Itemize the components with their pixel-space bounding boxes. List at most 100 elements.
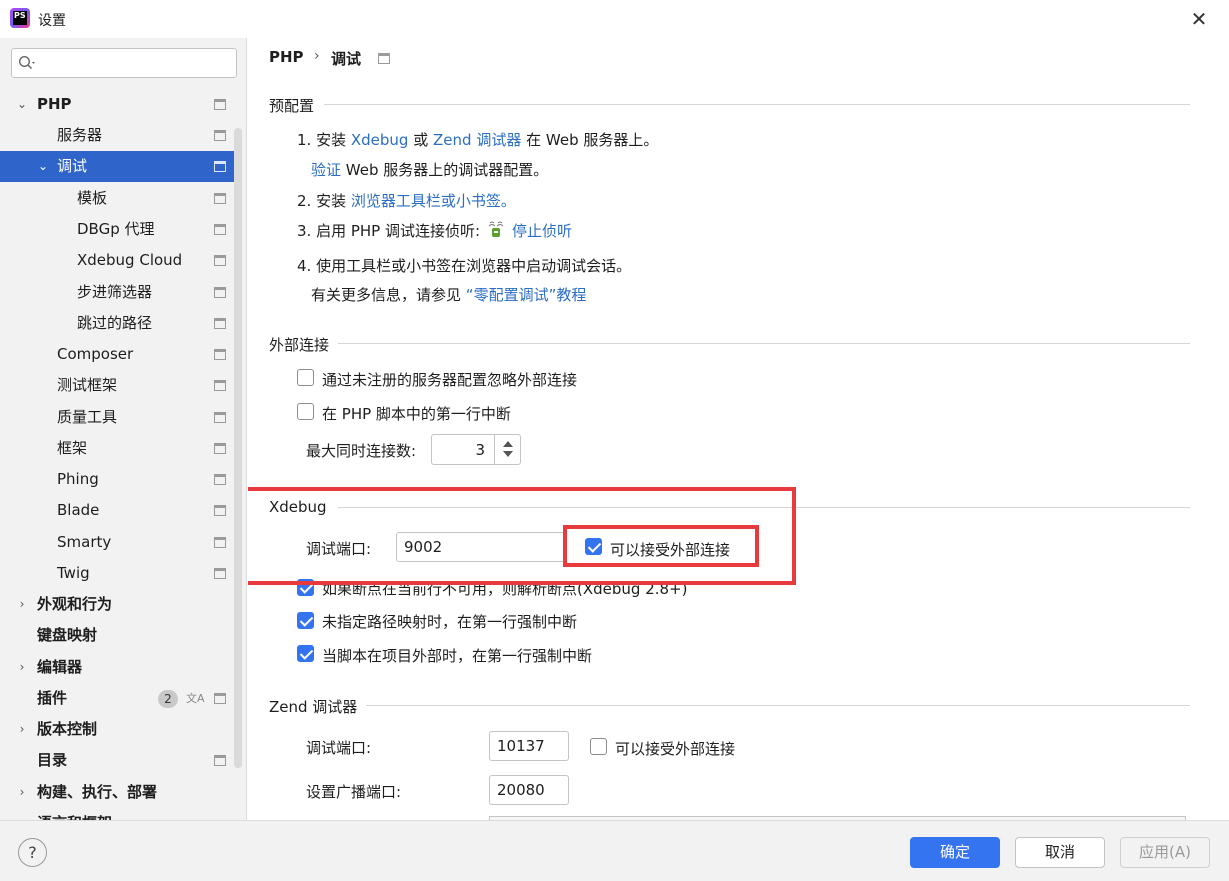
project-settings-icon: [214, 193, 226, 204]
sidebar-item[interactable]: › 构建、执行、部署: [0, 777, 234, 808]
step3: 3. 启用 PHP 调试连接侦听:: [297, 220, 480, 241]
chevron-down-icon[interactable]: ⌄: [16, 89, 28, 120]
no-path-mapping-label: 未指定路径映射时，在第一行强制中断: [322, 613, 578, 631]
sidebar-item[interactable]: 键盘映射: [0, 620, 234, 651]
sidebar-item-label: 外观和行为: [37, 595, 113, 613]
stepper-buttons[interactable]: [494, 435, 520, 464]
project-settings-icon: [214, 99, 226, 110]
sidebar-item-label: 质量工具: [57, 408, 118, 426]
project-settings-icon: [214, 474, 226, 485]
chevron-right-icon[interactable]: ›: [16, 714, 28, 745]
sidebar-item[interactable]: ⌄ PHP: [0, 89, 234, 120]
search-icon: [18, 55, 35, 70]
highlight-box-checkbox: [563, 525, 759, 567]
chevron-down-icon[interactable]: ⌄: [37, 151, 49, 182]
ignore-external-checkbox[interactable]: [297, 369, 314, 386]
stop-listening-link[interactable]: 停止侦听: [512, 220, 572, 241]
sidebar-item-label: 框架: [57, 439, 88, 457]
dialog-footer: ? 确定 取消 应用(A): [0, 820, 1229, 881]
sidebar-item-label: Twig: [57, 564, 90, 582]
sidebar-item[interactable]: ⌄ 调试: [0, 151, 234, 182]
window-title: 设置: [38, 13, 66, 29]
project-settings-icon: [214, 318, 226, 329]
sidebar-item[interactable]: 框架: [0, 433, 234, 464]
verify-suffix: Web 服务器上的调试器配置。: [345, 161, 549, 179]
sidebar-item[interactable]: 质量工具: [0, 402, 234, 433]
no-path-mapping-checkbox[interactable]: [297, 612, 314, 629]
sidebar-item-label: DBGp 代理: [77, 220, 155, 238]
broadcast-port-label: 设置广播端口:: [306, 783, 402, 801]
chevron-right-icon[interactable]: ›: [16, 808, 28, 820]
zend-port-field[interactable]: 10137: [489, 731, 569, 761]
breadcrumb-current: 调试: [331, 50, 362, 68]
sidebar-item[interactable]: Smarty: [0, 527, 234, 558]
chevron-down-icon[interactable]: [503, 451, 513, 457]
sidebar-item[interactable]: › 编辑器: [0, 652, 234, 683]
sidebar-scrollbar[interactable]: [234, 128, 242, 768]
xdebug-link[interactable]: Xdebug: [351, 131, 409, 149]
sidebar-item[interactable]: DBGp 代理: [0, 214, 234, 245]
step1-or: 或: [413, 131, 429, 149]
project-settings-icon: [214, 755, 226, 766]
zend-port-label: 调试端口:: [306, 739, 372, 757]
cancel-button[interactable]: 取消: [1015, 837, 1105, 868]
sidebar-item[interactable]: Blade: [0, 495, 234, 526]
sidebar-item[interactable]: › 外观和行为: [0, 589, 234, 620]
step4: 4. 使用工具栏或小书签在浏览器中启动调试会话。: [297, 257, 632, 275]
chevron-up-icon[interactable]: [503, 441, 513, 447]
sidebar-item[interactable]: 插件 2 文A: [0, 683, 234, 714]
search-input[interactable]: [11, 48, 237, 78]
sidebar-item[interactable]: 目录: [0, 745, 234, 776]
project-settings-icon: [214, 349, 226, 360]
sidebar-item-label: 跳过的路径: [77, 314, 153, 332]
outside-project-label: 当脚本在项目外部时，在第一行强制中断: [322, 647, 593, 665]
sidebar-item[interactable]: 步进筛选器: [0, 277, 234, 308]
debug-listen-icon[interactable]: [488, 220, 504, 238]
browser-toolbar-link[interactable]: 浏览器工具栏或小书签。: [351, 192, 516, 210]
sidebar-item-label: 模板: [77, 189, 108, 207]
title-bar: PS 设置 ✕: [0, 0, 1229, 38]
ok-button[interactable]: 确定: [910, 837, 1000, 868]
sidebar-item[interactable]: › 语言和框架: [0, 808, 234, 820]
sidebar-item[interactable]: › 版本控制: [0, 714, 234, 745]
settings-sidebar: ⌄ PHP 服务器 ⌄ 调试模板 DBGp 代理 Xdebug Cloud 步进筛选器跳过的路…: [0, 38, 247, 820]
section-divider: [338, 343, 1190, 344]
chevron-right-icon[interactable]: ›: [16, 777, 28, 808]
project-settings-icon: [214, 130, 226, 141]
apply-button[interactable]: 应用(A): [1120, 837, 1210, 868]
sidebar-item[interactable]: 模板: [0, 183, 234, 214]
project-settings-icon: [214, 568, 226, 579]
sidebar-item[interactable]: 测试框架: [0, 370, 234, 401]
zend-accept-external-checkbox[interactable]: [590, 738, 607, 755]
sidebar-item-label: 步进筛选器: [77, 283, 153, 301]
max-connections-stepper[interactable]: 3: [431, 434, 521, 465]
sidebar-item[interactable]: 服务器: [0, 120, 234, 151]
sidebar-item[interactable]: 跳过的路径: [0, 308, 234, 339]
chevron-right-icon[interactable]: ›: [16, 652, 28, 683]
zend-debugger-link[interactable]: Zend 调试器: [433, 131, 521, 149]
sidebar-item-label: 插件: [37, 689, 68, 707]
break-first-line-checkbox[interactable]: [297, 403, 314, 420]
verify-link[interactable]: 验证: [311, 161, 341, 179]
chevron-right-icon[interactable]: ›: [16, 589, 28, 620]
app-icon-text: PS: [13, 11, 27, 25]
sidebar-item[interactable]: Twig: [0, 558, 234, 589]
outside-project-checkbox[interactable]: [297, 645, 314, 662]
step3-prefix: 3. 启用 PHP 调试连接侦听:: [297, 222, 481, 240]
sidebar-item[interactable]: Composer: [0, 339, 234, 370]
section-divider: [366, 705, 1190, 706]
sidebar-item-label: 键盘映射: [37, 626, 98, 644]
section-zend-title: Zend 调试器: [269, 698, 358, 716]
help-icon[interactable]: ?: [18, 838, 47, 867]
sidebar-item-label: 版本控制: [37, 720, 98, 738]
project-settings-icon: [214, 224, 226, 235]
breadcrumb-root[interactable]: PHP: [269, 48, 304, 66]
project-settings-icon: [214, 380, 226, 391]
sidebar-item[interactable]: Xdebug Cloud: [0, 245, 234, 276]
project-settings-icon: [214, 255, 226, 266]
zero-config-tutorial-link[interactable]: “零配置调试”教程: [466, 286, 587, 304]
sidebar-item[interactable]: Phing: [0, 464, 234, 495]
close-icon[interactable]: ✕: [1186, 6, 1212, 32]
broadcast-port-field[interactable]: 20080: [489, 775, 569, 805]
settings-content: PHP › 调试 预配置 1. 安装 Xdebug 或 Zend 调试器 在 W…: [248, 38, 1229, 820]
